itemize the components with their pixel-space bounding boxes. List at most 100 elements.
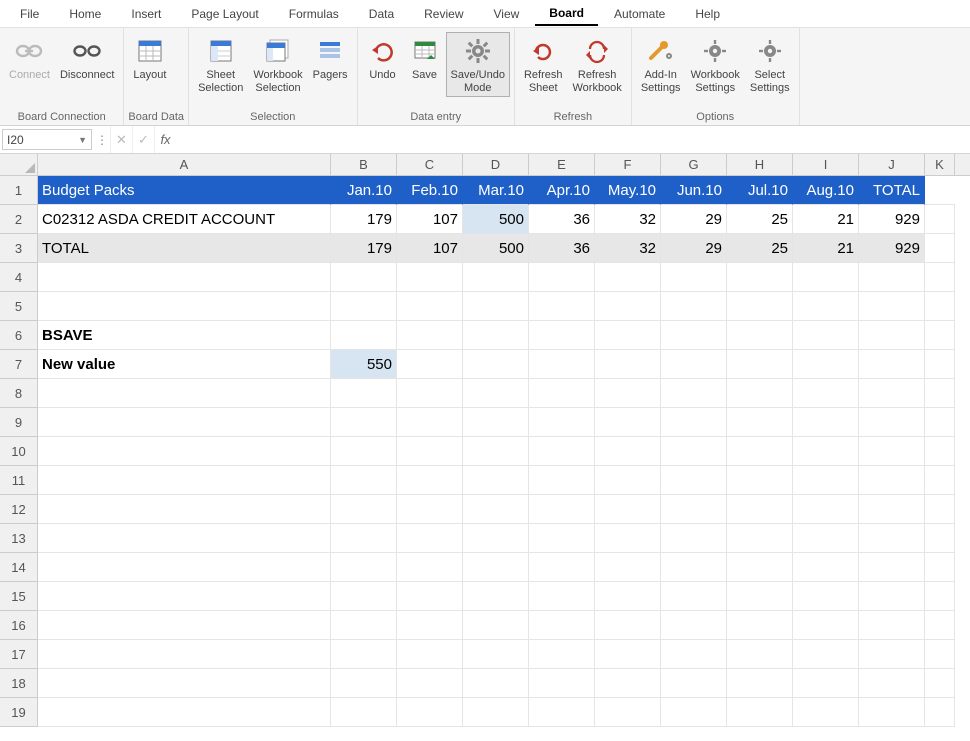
cell-c3[interactable]: 107 — [397, 234, 463, 263]
cell[interactable] — [595, 321, 661, 350]
cell[interactable] — [793, 640, 859, 669]
cell[interactable] — [727, 611, 793, 640]
col-header-a[interactable]: A — [38, 154, 331, 175]
cell[interactable] — [397, 698, 463, 727]
cell[interactable] — [397, 263, 463, 292]
cell[interactable] — [463, 263, 529, 292]
cell[interactable] — [925, 379, 955, 408]
cell[interactable] — [529, 466, 595, 495]
connect-button[interactable]: Connect — [4, 32, 55, 85]
cell[interactable] — [793, 350, 859, 379]
cell-j1[interactable]: TOTAL — [859, 176, 925, 205]
cell[interactable] — [529, 553, 595, 582]
cell-e1[interactable]: Apr.10 — [529, 176, 595, 205]
row-header-10[interactable]: 10 — [0, 437, 37, 466]
cell[interactable] — [463, 582, 529, 611]
menu-page-layout[interactable]: Page Layout — [177, 3, 272, 25]
cell[interactable] — [859, 292, 925, 321]
col-header-e[interactable]: E — [529, 154, 595, 175]
cell[interactable] — [793, 466, 859, 495]
cell[interactable] — [595, 466, 661, 495]
cell[interactable] — [661, 466, 727, 495]
col-header-k[interactable]: K — [925, 154, 955, 175]
cell[interactable] — [661, 698, 727, 727]
cell[interactable] — [727, 408, 793, 437]
cell[interactable] — [859, 524, 925, 553]
cell-c1[interactable]: Feb.10 — [397, 176, 463, 205]
cell-b1[interactable]: Jan.10 — [331, 176, 397, 205]
cell[interactable] — [397, 582, 463, 611]
menu-insert[interactable]: Insert — [117, 3, 175, 25]
cell[interactable] — [793, 321, 859, 350]
cell[interactable] — [331, 495, 397, 524]
layout-button[interactable]: Layout — [128, 32, 171, 85]
cell[interactable] — [595, 350, 661, 379]
menu-help[interactable]: Help — [681, 3, 734, 25]
cell[interactable] — [727, 350, 793, 379]
cell[interactable] — [859, 466, 925, 495]
cell[interactable] — [793, 437, 859, 466]
cell[interactable] — [595, 611, 661, 640]
cell[interactable] — [529, 582, 595, 611]
cell[interactable] — [661, 379, 727, 408]
col-header-b[interactable]: B — [331, 154, 397, 175]
cell[interactable] — [727, 582, 793, 611]
addin-settings-button[interactable]: Add-In Settings — [636, 32, 686, 97]
cell[interactable] — [331, 292, 397, 321]
cell-h2[interactable]: 25 — [727, 205, 793, 234]
cell[interactable] — [397, 350, 463, 379]
cell-e3[interactable]: 36 — [529, 234, 595, 263]
cell-b2[interactable]: 179 — [331, 205, 397, 234]
cell[interactable] — [859, 669, 925, 698]
sheet-selection-button[interactable]: Sheet Selection — [193, 32, 248, 97]
cell-a5[interactable] — [38, 292, 331, 321]
cell[interactable] — [925, 582, 955, 611]
cell-b3[interactable]: 179 — [331, 234, 397, 263]
cells-area[interactable]: Budget Packs Jan.10 Feb.10 Mar.10 Apr.10… — [38, 176, 970, 741]
cell[interactable] — [463, 466, 529, 495]
row-header-1[interactable]: 1 — [0, 176, 37, 205]
cell[interactable] — [397, 466, 463, 495]
cell[interactable] — [793, 292, 859, 321]
cell[interactable] — [793, 698, 859, 727]
cell-c2[interactable]: 107 — [397, 205, 463, 234]
cell[interactable] — [661, 263, 727, 292]
row-header-6[interactable]: 6 — [0, 321, 37, 350]
cell-i2[interactable]: 21 — [793, 205, 859, 234]
cell[interactable] — [331, 524, 397, 553]
cell[interactable] — [661, 553, 727, 582]
cell[interactable] — [793, 524, 859, 553]
formula-cancel-icon[interactable]: ✕ — [110, 126, 132, 153]
cell[interactable] — [595, 263, 661, 292]
pagers-button[interactable]: Pagers — [308, 32, 353, 85]
row-header-3[interactable]: 3 — [0, 234, 37, 263]
row-header-4[interactable]: 4 — [0, 263, 37, 292]
cell[interactable] — [463, 611, 529, 640]
workbook-settings-button[interactable]: Workbook Settings — [686, 32, 745, 97]
cell[interactable] — [529, 698, 595, 727]
cell[interactable] — [529, 611, 595, 640]
cell[interactable] — [661, 524, 727, 553]
col-header-g[interactable]: G — [661, 154, 727, 175]
cell[interactable] — [38, 640, 331, 669]
cell[interactable] — [463, 437, 529, 466]
cell[interactable] — [595, 408, 661, 437]
cell-k1[interactable] — [925, 176, 955, 205]
cell[interactable] — [859, 553, 925, 582]
save-undo-mode-button[interactable]: Save/Undo Mode — [446, 32, 510, 97]
menu-board[interactable]: Board — [535, 2, 598, 26]
cell[interactable] — [727, 669, 793, 698]
cell[interactable] — [727, 437, 793, 466]
cell[interactable] — [331, 408, 397, 437]
cell[interactable] — [661, 350, 727, 379]
fx-icon[interactable]: fx — [154, 126, 176, 153]
cell[interactable] — [38, 379, 331, 408]
cell-a6[interactable]: BSAVE — [38, 321, 331, 350]
cell[interactable] — [397, 495, 463, 524]
cell[interactable] — [925, 292, 955, 321]
cell[interactable] — [397, 379, 463, 408]
cell[interactable] — [38, 669, 331, 698]
cell[interactable] — [595, 495, 661, 524]
cell-d2[interactable]: 500 — [463, 205, 529, 234]
cell[interactable] — [529, 321, 595, 350]
